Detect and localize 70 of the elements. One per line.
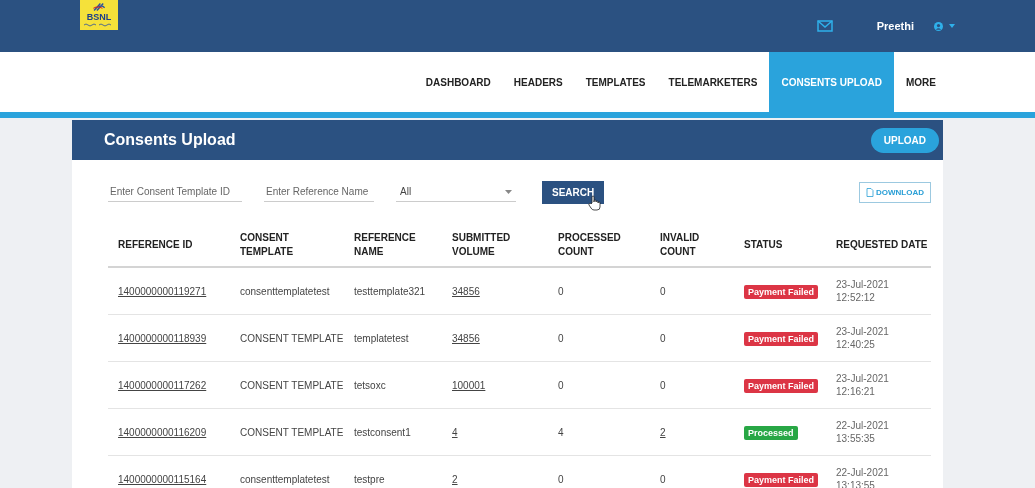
submitted-volume-link[interactable]: 100001 <box>452 379 486 391</box>
submitted-volume-link[interactable]: 2 <box>452 473 458 485</box>
column-header: REQUESTED DATE <box>836 238 929 252</box>
time-text: 12:52:12 <box>836 291 875 304</box>
status-badge: Payment Failed <box>744 284 819 299</box>
date-text: 23-Jul-2021 <box>836 372 889 385</box>
column-header: CONSENT TEMPLATE <box>240 231 295 259</box>
status-badge: Processed <box>744 425 798 440</box>
brand-logo[interactable]: BSNL <box>80 0 118 30</box>
table-cell: consenttemplatetest <box>240 473 330 485</box>
time-text: 12:16:21 <box>836 385 875 398</box>
search-button[interactable]: SEARCH <box>542 180 605 204</box>
submitted-volume-link[interactable]: 4 <box>452 426 458 438</box>
column-header: REFERENCE NAME <box>354 231 417 259</box>
table-cell: tetsoxc <box>354 379 386 391</box>
table-cell: testpre <box>354 473 385 485</box>
time-text: 12:40:25 <box>836 338 875 351</box>
status-select[interactable]: All <box>396 182 516 202</box>
table-cell: consenttemplatetest <box>240 285 330 297</box>
nav-tab[interactable]: TEMPLATES <box>574 52 657 112</box>
date-text: 23-Jul-2021 <box>836 325 889 338</box>
user-avatar-icon[interactable] <box>934 21 943 31</box>
column-header: PROCESSED COUNT <box>558 231 622 259</box>
table-cell: CONSENT TEMPLATE <box>240 379 344 391</box>
page-title: Consents Upload <box>104 131 236 149</box>
invalid-count-link[interactable]: 2 <box>660 426 666 438</box>
nav-tab[interactable]: DASHBOARD <box>414 52 502 112</box>
reference-id-link[interactable]: 1400000000116209 <box>118 426 207 438</box>
date-text: 23-Jul-2021 <box>836 278 889 291</box>
status-badge: Payment Failed <box>744 331 819 346</box>
nav-tab[interactable]: MORE <box>895 52 947 112</box>
logo-emblem-icon <box>92 2 106 12</box>
column-header: SUBMITTED VOLUME <box>452 231 512 259</box>
table-cell: 0 <box>660 379 666 391</box>
submitted-volume-link[interactable]: 34856 <box>452 285 480 297</box>
time-text: 13:55:35 <box>836 432 875 445</box>
submitted-volume-link[interactable]: 34856 <box>452 332 480 344</box>
reference-id-link[interactable]: 1400000000115164 <box>118 473 207 485</box>
table-cell: 0 <box>558 285 564 297</box>
date-text: 22-Jul-2021 <box>836 419 889 432</box>
column-header: REFERENCE ID <box>118 238 194 252</box>
table-cell: 0 <box>660 473 666 485</box>
table-cell: 4 <box>558 426 564 438</box>
nav-tab[interactable]: TELEMARKETERS <box>657 52 769 112</box>
table-cell: 0 <box>660 332 666 344</box>
nav-tab[interactable]: HEADERS <box>502 52 574 112</box>
reference-id-link[interactable]: 1400000000119271 <box>118 285 207 297</box>
logo-text: BSNL <box>86 12 112 22</box>
status-badge: Payment Failed <box>744 378 819 393</box>
user-name[interactable]: Preethi <box>876 20 914 32</box>
caret-icon[interactable] <box>949 24 955 28</box>
table-cell: testtemplate321 <box>354 285 426 297</box>
table-cell: 0 <box>660 285 666 297</box>
date-text: 22-Jul-2021 <box>836 466 889 479</box>
table-cell: CONSENT TEMPLATE <box>240 426 344 438</box>
column-header: INVALID COUNT <box>660 231 701 259</box>
dropdown-caret-icon <box>505 189 512 194</box>
table-cell: 0 <box>558 332 564 344</box>
document-icon <box>866 187 874 197</box>
reference-id-link[interactable]: 1400000000118939 <box>118 332 207 344</box>
table-cell: 0 <box>558 473 564 485</box>
mail-icon[interactable] <box>816 20 833 32</box>
status-badge: Payment Failed <box>744 472 819 487</box>
hand-cursor-icon <box>588 194 601 211</box>
column-header: STATUS <box>744 238 784 252</box>
table-cell: templatetest <box>354 332 409 344</box>
table-cell: CONSENT TEMPLATE <box>240 332 344 344</box>
table-cell: testconsent1 <box>354 426 411 438</box>
table-cell: 0 <box>558 379 564 391</box>
reference-id-link[interactable]: 1400000000117262 <box>118 379 207 391</box>
